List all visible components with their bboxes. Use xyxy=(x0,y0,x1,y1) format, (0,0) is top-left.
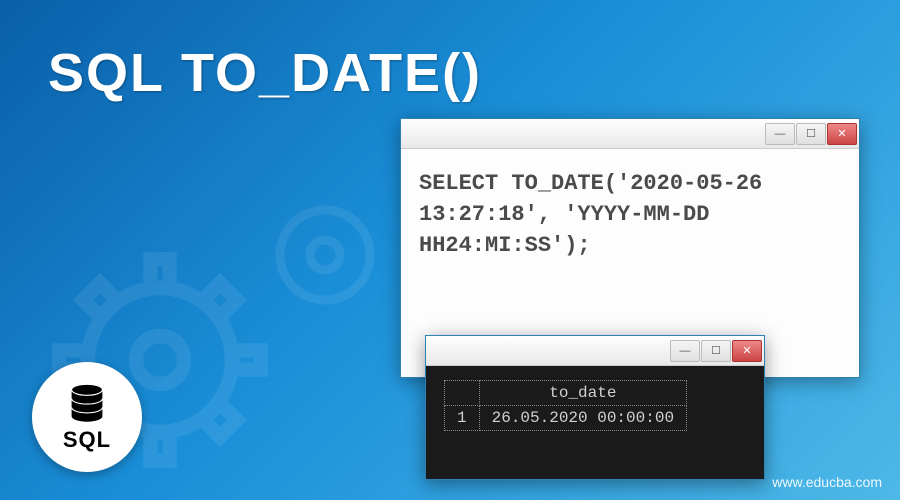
result-content: to_date 1 26.05.2020 00:00:00 xyxy=(426,366,764,445)
column-header: to_date xyxy=(479,381,686,406)
gear-decoration-small xyxy=(250,180,400,330)
watermark: www.educba.com xyxy=(772,474,882,490)
page-title: SQL TO_DATE() xyxy=(48,42,482,104)
row-value-cell: 26.05.2020 00:00:00 xyxy=(479,406,686,431)
minimize-button[interactable]: — xyxy=(670,340,700,362)
editor-titlebar: — ☐ ✕ xyxy=(401,119,859,149)
maximize-button[interactable]: ☐ xyxy=(701,340,731,362)
sql-badge: SQL xyxy=(32,362,142,472)
sql-badge-label: SQL xyxy=(63,427,111,453)
close-button[interactable]: ✕ xyxy=(827,123,857,145)
maximize-button[interactable]: ☐ xyxy=(796,123,826,145)
result-window: — ☐ ✕ to_date 1 26.05.2020 00:00:00 xyxy=(425,335,765,480)
result-table: to_date 1 26.05.2020 00:00:00 xyxy=(444,380,687,431)
sql-code-content: SELECT TO_DATE('2020-05-26 13:27:18', 'Y… xyxy=(401,149,859,281)
minimize-button[interactable]: — xyxy=(765,123,795,145)
table-row: 1 26.05.2020 00:00:00 xyxy=(445,406,687,431)
row-index-cell: 1 xyxy=(445,406,480,431)
table-header-row: to_date xyxy=(445,381,687,406)
result-titlebar: — ☐ ✕ xyxy=(426,336,764,366)
close-button[interactable]: ✕ xyxy=(732,340,762,362)
row-index-header xyxy=(445,381,480,406)
database-icon xyxy=(65,381,109,425)
